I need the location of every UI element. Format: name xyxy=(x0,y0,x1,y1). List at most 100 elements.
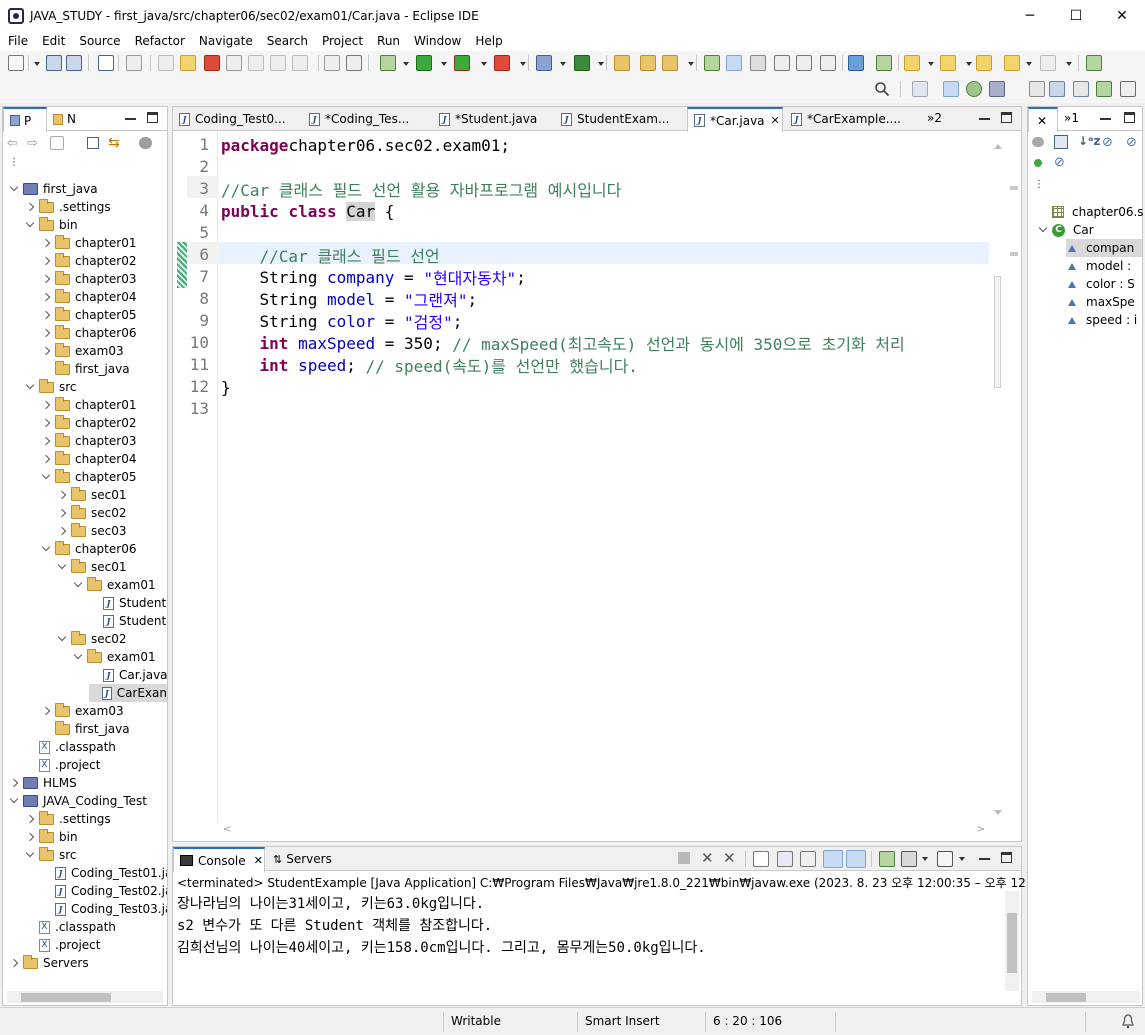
tab-editor-file[interactable]: J Coding_Test0... xyxy=(173,107,299,131)
chevron-right-icon[interactable] xyxy=(41,418,51,428)
outline-overflow[interactable]: »1 xyxy=(1064,111,1079,125)
remove-all-icon[interactable]: ✕ xyxy=(723,849,736,867)
insert-mode-status[interactable]: Smart Insert xyxy=(585,1014,660,1028)
menu-help[interactable]: Help xyxy=(467,34,508,48)
chevron-down-icon[interactable] xyxy=(73,580,83,590)
tab-editor-file[interactable]: J *Student.java xyxy=(433,107,551,131)
chevron-right-icon[interactable] xyxy=(41,706,51,716)
tree-item[interactable]: J Student xyxy=(89,594,166,612)
tree-item[interactable]: .settings xyxy=(25,810,111,828)
last-edit-icon[interactable] xyxy=(976,55,992,71)
outline-item[interactable]: model : xyxy=(1068,257,1131,275)
tree-item[interactable]: J Coding_Test02.ja xyxy=(41,882,167,900)
console-scrollbar[interactable] xyxy=(1005,891,1019,991)
tree-item[interactable]: .settings xyxy=(25,198,111,216)
scroll-lock-icon[interactable] xyxy=(777,851,793,867)
vertical-scrollbar[interactable] xyxy=(991,132,1005,822)
hide-fields-icon[interactable] xyxy=(1032,137,1044,147)
chevron-down-icon[interactable] xyxy=(9,184,19,194)
web-icon[interactable] xyxy=(876,55,892,71)
back-nav-icon[interactable] xyxy=(1004,55,1020,71)
tree-item[interactable]: sec01 xyxy=(57,558,127,576)
save-all-icon[interactable] xyxy=(66,55,82,71)
pilcrow-icon[interactable] xyxy=(820,55,836,71)
terminate-icon[interactable] xyxy=(204,55,220,71)
chevron-right-icon[interactable] xyxy=(25,832,35,842)
chevron-right-icon[interactable] xyxy=(57,526,67,536)
chevron-right-icon[interactable] xyxy=(57,508,67,518)
new-java-project-icon[interactable] xyxy=(536,55,552,71)
overflow-tabs[interactable]: »2 xyxy=(927,111,942,125)
tab-editor-file[interactable]: J *CarExample.... xyxy=(785,107,905,131)
show-stdout-icon[interactable] xyxy=(823,850,843,868)
save-icon[interactable] xyxy=(46,55,62,71)
new-icon[interactable] xyxy=(8,55,24,71)
terminal-icon[interactable] xyxy=(98,55,114,71)
maximize-editor-icon[interactable] xyxy=(1001,112,1012,123)
forward-nav-icon[interactable] xyxy=(1040,55,1056,71)
problems-view-icon[interactable] xyxy=(1096,81,1112,97)
chevron-down-icon[interactable] xyxy=(73,652,83,662)
cursor-position[interactable]: 6 : 20 : 106 xyxy=(713,1014,782,1028)
tree-item[interactable]: sec02 xyxy=(57,630,127,648)
chevron-right-icon[interactable] xyxy=(41,328,51,338)
search-icon[interactable] xyxy=(874,81,890,97)
close-tab-icon[interactable]: ✕ xyxy=(771,114,780,127)
tree-item[interactable]: chapter04 xyxy=(41,288,136,306)
tree-item[interactable]: exam01 xyxy=(73,576,156,594)
tab-editor-file[interactable]: J StudentExam... xyxy=(555,107,683,131)
view-menu-icon[interactable]: ⋮ xyxy=(9,157,19,175)
restore-icon[interactable] xyxy=(1029,81,1045,97)
debug-perspective-icon[interactable] xyxy=(966,81,982,97)
word-wrap-icon[interactable] xyxy=(800,851,816,867)
hide-local-types-icon[interactable] xyxy=(1034,159,1042,167)
minimize-console-icon[interactable] xyxy=(979,858,990,860)
open-type-icon[interactable] xyxy=(614,55,630,71)
forward-icon[interactable]: ⇨ xyxy=(27,136,38,151)
outline-item[interactable]: maxSpe xyxy=(1068,293,1135,311)
filter-icon[interactable] xyxy=(139,137,152,149)
tab-servers[interactable]: ⇅ Servers xyxy=(267,847,337,871)
outline-item[interactable]: C Car xyxy=(1038,221,1094,239)
menu-window[interactable]: Window xyxy=(406,34,467,48)
tree-item[interactable]: first_java xyxy=(41,360,130,378)
tree-item[interactable]: chapter04 xyxy=(41,450,136,468)
chevron-right-icon[interactable] xyxy=(41,256,51,266)
maximize-console-icon[interactable] xyxy=(1001,852,1012,863)
menu-source[interactable]: Source xyxy=(71,34,126,48)
chevron-right-icon[interactable] xyxy=(25,202,35,212)
globe-icon[interactable] xyxy=(848,55,864,71)
chevron-down-icon[interactable] xyxy=(57,562,67,572)
chevron-down-icon[interactable] xyxy=(25,850,35,860)
prev-annotation-icon[interactable] xyxy=(940,55,956,71)
step-return-icon[interactable] xyxy=(292,55,308,71)
tree-item[interactable]: first_java xyxy=(9,180,98,198)
tree-item[interactable]: chapter02 xyxy=(41,252,136,270)
menu-search[interactable]: Search xyxy=(259,34,314,48)
tree-item[interactable]: chapter01 xyxy=(41,234,136,252)
close-button[interactable]: ✕ xyxy=(1099,0,1145,31)
tab-navigator[interactable]: N xyxy=(47,107,87,131)
overview-ruler[interactable] xyxy=(1007,132,1021,822)
open-perspective-icon[interactable] xyxy=(912,81,928,97)
tab-console[interactable]: Console ✕ xyxy=(173,847,265,872)
tree-item[interactable]: bin xyxy=(25,828,78,846)
menu-run[interactable]: Run xyxy=(369,34,406,48)
sort-icon[interactable]: ↓ᵃz xyxy=(1078,134,1101,148)
tree-item[interactable]: X .project xyxy=(25,756,100,774)
tree-item[interactable]: HLMS xyxy=(9,774,77,792)
tab-outline[interactable]: ✕ xyxy=(1028,107,1058,132)
close-tab-icon[interactable]: ✕ xyxy=(1037,114,1047,128)
chevron-right-icon[interactable] xyxy=(9,778,19,788)
show-whitespace-icon[interactable] xyxy=(796,55,812,71)
outline-menu-icon[interactable]: ⋮ xyxy=(1034,179,1044,197)
block-selection-icon[interactable] xyxy=(774,55,790,71)
step-into-icon[interactable] xyxy=(248,55,264,71)
outline-h-scrollbar[interactable] xyxy=(1032,991,1140,1003)
next-annotation-icon[interactable] xyxy=(904,55,920,71)
tree-item[interactable]: chapter03 xyxy=(41,432,136,450)
tree-item[interactable]: chapter06 xyxy=(41,324,136,342)
console-output[interactable]: 장나라님의 나이는31세이고, 키는63.0kg입니다. s2 변수가 또 다른 … xyxy=(173,891,1003,1003)
collapse-all-icon[interactable] xyxy=(87,137,99,149)
tree-item[interactable]: Servers xyxy=(9,954,89,972)
